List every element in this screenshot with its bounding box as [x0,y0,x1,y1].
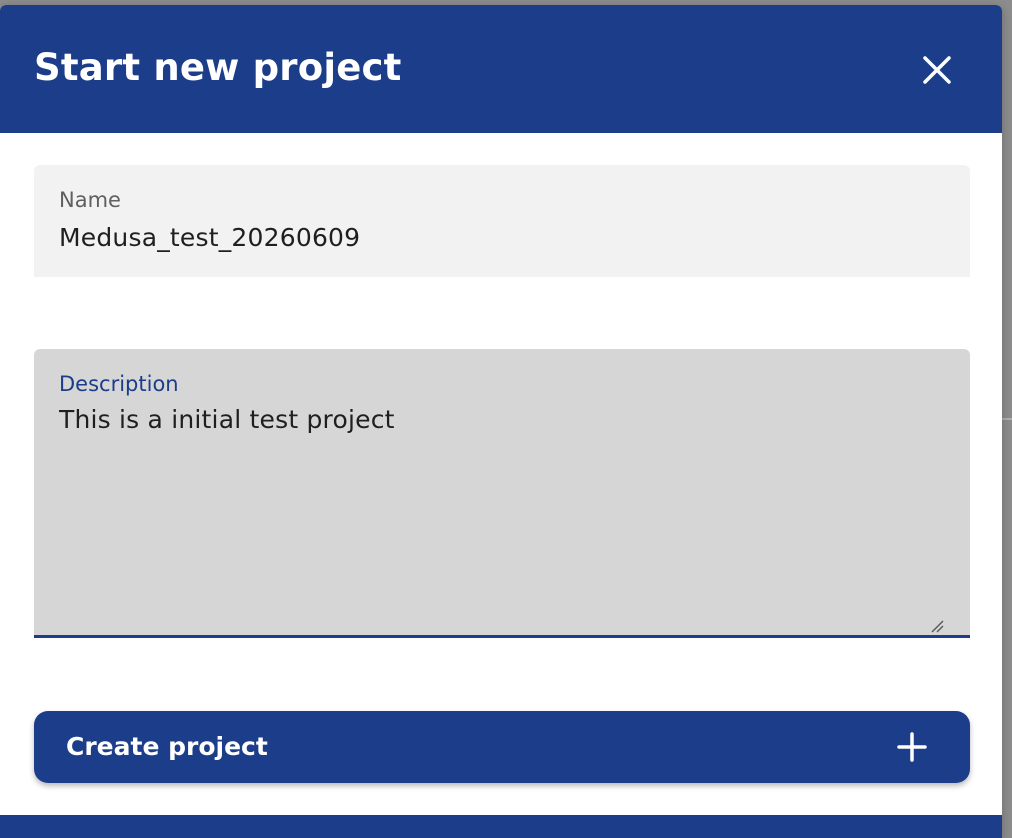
description-textarea[interactable]: This is a initial test project [59,404,939,594]
resize-handle-icon[interactable] [928,617,944,633]
create-project-button[interactable]: Create project [34,711,970,783]
dialog-header: Start new project [0,5,1002,133]
start-project-dialog: Start new project Name Description This … [0,5,1002,838]
name-field-label: Name [59,188,121,212]
create-project-label: Create project [66,732,268,761]
dialog-footer-bar [0,815,1002,838]
background-divider [1002,418,1012,420]
close-icon [923,56,951,84]
name-input[interactable] [59,220,939,254]
description-field[interactable]: Description This is a initial test proje… [34,349,970,638]
description-field-label: Description [59,372,179,396]
name-field[interactable]: Name [34,165,970,277]
close-button[interactable] [912,45,962,95]
plus-icon [897,732,927,762]
dialog-title: Start new project [34,46,402,89]
